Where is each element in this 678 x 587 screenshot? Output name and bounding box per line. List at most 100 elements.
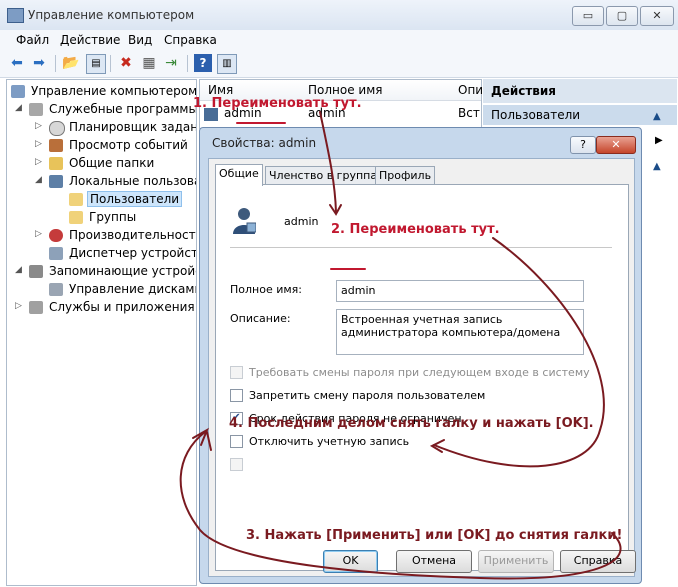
forward-icon[interactable]: ➡ <box>30 54 48 72</box>
computer-icon <box>11 85 25 98</box>
dialog-close-button[interactable]: ✕ <box>596 136 636 154</box>
tree-item-label: Локальные пользовате <box>69 174 196 188</box>
menu-help[interactable]: Справка <box>164 33 217 47</box>
actions-header: Действия <box>483 79 677 103</box>
export-icon[interactable]: ⇥ <box>162 54 180 72</box>
expanded-icon[interactable]: ◢ <box>35 175 42 185</box>
tree-item-label: Управление дисками <box>69 282 197 296</box>
annotation-step1: 1. Переименовать тут. <box>193 96 362 111</box>
minimize-icon: ▭ <box>582 9 594 22</box>
annotation-step3: 3. Нажать [Применить] или [OK] до снятия… <box>246 528 623 543</box>
divider <box>230 247 612 248</box>
expanded-icon[interactable]: ◢ <box>15 265 22 275</box>
column-name[interactable]: Имя <box>208 83 233 97</box>
tree-item-label: Просмотр событий <box>69 138 188 152</box>
checkbox-box <box>230 457 243 471</box>
menu-file[interactable]: Файл <box>16 33 49 47</box>
computer-management-window: Управление компьютером ▭ ▢ ✕ Файл Действ… <box>0 0 678 587</box>
menu-action[interactable]: Действие <box>60 33 120 47</box>
checkbox-label: Запретить смену пароля пользователем <box>249 389 486 402</box>
tree-item-label: Пользователи <box>87 191 183 207</box>
show-action-pane-icon[interactable]: ▥ <box>217 54 237 74</box>
collapse-up-icon[interactable]: ▲ <box>653 111 661 122</box>
title-bar: Управление компьютером ▭ ▢ ✕ <box>0 0 678 31</box>
window-title: Управление компьютером <box>28 8 195 22</box>
checkbox-cannot-change-password[interactable]: Запретить смену пароля пользователем <box>230 388 486 403</box>
maximize-button[interactable]: ▢ <box>606 6 638 26</box>
actions-section-users[interactable]: Пользователи <box>483 105 677 125</box>
checkbox-box[interactable] <box>230 388 243 402</box>
tab-member-of[interactable]: Членство в группах <box>265 166 388 185</box>
show-tree-icon[interactable]: ▤ <box>86 54 106 74</box>
clock-icon <box>49 121 65 136</box>
menu-view[interactable]: Вид <box>128 33 152 47</box>
dialog-body: Общие Членство в группах Профиль admin П… <box>208 158 635 577</box>
full-name-field[interactable]: admin <box>336 280 584 302</box>
checkbox-account-locked <box>230 457 249 472</box>
full-name-value: admin <box>341 284 376 297</box>
storage-icon <box>29 265 43 278</box>
collapsed-icon[interactable]: ▷ <box>35 229 42 239</box>
full-name-label: Полное имя: <box>230 283 302 296</box>
apply-button[interactable]: Применить <box>478 550 554 573</box>
dialog-help-button[interactable]: ? <box>570 136 596 154</box>
ok-button[interactable]: OK <box>323 550 378 573</box>
back-icon[interactable]: ⬅ <box>8 54 26 72</box>
close-icon: ✕ <box>611 138 621 151</box>
annotation-step2: 2. Переименовать тут. <box>331 222 500 237</box>
list-row-description[interactable]: Вст <box>458 106 480 120</box>
general-tab-page: admin Полное имя: admin Описание: Встрое… <box>215 184 629 571</box>
user-avatar-icon <box>233 208 256 234</box>
collapsed-icon[interactable]: ▷ <box>15 301 22 311</box>
user-properties-dialog: Свойства: admin ? ✕ Общие Членство в гру… <box>199 127 642 584</box>
toolbar-separator <box>110 55 111 72</box>
performance-icon <box>49 229 63 242</box>
help-icon[interactable]: ? <box>194 54 212 72</box>
folder-icon <box>69 211 83 224</box>
tree-item-label: Группы <box>89 210 137 224</box>
close-icon: ✕ <box>652 9 662 22</box>
submenu-arrow-icon[interactable]: ▶ <box>655 135 663 146</box>
collapsed-icon[interactable]: ▷ <box>35 157 42 167</box>
checkbox-account-disabled[interactable]: Отключить учетную запись <box>230 434 410 449</box>
close-button[interactable]: ✕ <box>640 6 674 26</box>
column-full-name[interactable]: Полное имя <box>308 83 383 97</box>
description-label: Описание: <box>230 312 291 325</box>
dialog-title: Свойства: admin <box>212 136 317 150</box>
toolbar-separator <box>187 55 188 72</box>
column-description[interactable]: Опи <box>458 83 483 97</box>
description-field[interactable]: Встроенная учетная запись администратора… <box>336 309 584 355</box>
collapse-up-icon[interactable]: ▲ <box>653 161 661 172</box>
tree-item-label: Службы и приложения <box>49 300 195 314</box>
tree-item-label: Планировщик заданий <box>69 120 197 134</box>
menu-bar: Файл Действие Вид Справка <box>0 30 678 50</box>
help-icon: ? <box>580 138 586 151</box>
tree-item-label: Общие папки <box>69 156 155 170</box>
shared-folder-icon <box>49 157 63 170</box>
tools-icon <box>29 103 43 116</box>
services-icon <box>29 301 43 314</box>
properties-icon[interactable]: ▦ <box>140 54 158 72</box>
checkbox-must-change-password: Требовать смены пароля при следующем вхо… <box>230 365 590 380</box>
minimize-button[interactable]: ▭ <box>572 6 604 26</box>
annotation-step4: 4. Последним делом снять галку и нажать … <box>229 416 594 431</box>
up-folder-icon[interactable]: 📂 <box>62 54 80 72</box>
checkbox-label: Отключить учетную запись <box>249 435 410 448</box>
checkbox-box[interactable] <box>230 434 243 448</box>
tab-profile[interactable]: Профиль <box>375 166 436 185</box>
folder-icon <box>69 193 83 206</box>
tab-general[interactable]: Общие <box>215 164 263 186</box>
help-button[interactable]: Справка <box>560 550 636 573</box>
tree-item-label: Управление компьютером (л <box>31 84 197 98</box>
collapsed-icon[interactable]: ▷ <box>35 139 42 149</box>
tree-item-label: Диспетчер устройств <box>69 246 197 260</box>
checkbox-box <box>230 365 243 379</box>
collapsed-icon[interactable]: ▷ <box>35 121 42 131</box>
console-tree: Управление компьютером (л ◢ Служебные пр… <box>6 79 197 586</box>
cancel-button[interactable]: Отмена <box>396 550 472 573</box>
expanded-icon[interactable]: ◢ <box>15 103 22 113</box>
disk-icon <box>49 283 63 296</box>
tree-item-label: Запоминающие устройст <box>49 264 197 278</box>
description-value: Встроенная учетная запись администратора… <box>341 313 561 339</box>
delete-icon[interactable]: ✖ <box>117 54 135 72</box>
